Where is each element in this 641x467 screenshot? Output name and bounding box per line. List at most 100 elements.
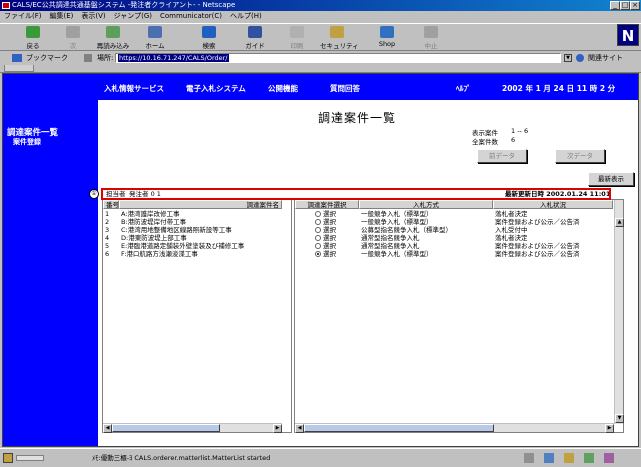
home-button[interactable]: ホーム xyxy=(138,26,172,50)
menu-go[interactable]: ジャンプ(G) xyxy=(114,11,152,22)
sidebar: 調達案件一覧 案件登録 xyxy=(3,74,98,446)
navigator-icon[interactable] xyxy=(544,453,554,463)
menu-file[interactable]: ファイル(F) xyxy=(4,11,42,22)
table-row[interactable]: 選択 一般競争入札（標準型） 案件登録および公示／公告済 xyxy=(295,250,614,258)
radio-button-icon[interactable] xyxy=(315,251,321,257)
url-text: https://10.16.71.247/CALS/Order/ xyxy=(118,54,229,62)
composer-icon[interactable] xyxy=(604,453,614,463)
back-button[interactable]: 戻る xyxy=(16,26,50,50)
row-select-radio[interactable]: 選択 xyxy=(295,234,359,242)
table-row[interactable]: 6 F:港口航路方浅瀬浚渫工事 xyxy=(103,250,282,258)
menu-bar: ファイル(F) 編集(E) 表示(V) ジャンプ(G) Communicator… xyxy=(0,11,641,22)
browser-window: CALS/EC公共調達共通基盤システム -発注者クライアント- - Netsca… xyxy=(0,0,641,466)
row-select-radio[interactable]: 選択 xyxy=(295,218,359,226)
current-datetime: 2002 年 1 月 24 日 11 時 2 分 xyxy=(502,84,616,93)
security-label: セキュリティ xyxy=(320,42,359,50)
row-bid-method: 通常型指名競争入札 xyxy=(361,234,420,242)
row-select-label: 選択 xyxy=(323,234,336,242)
scroll-left-icon[interactable]: ◀ xyxy=(103,424,112,433)
menu-help[interactable]: ヘルプ(H) xyxy=(230,11,262,22)
radio-button-icon[interactable] xyxy=(315,227,321,233)
row-select-radio[interactable]: 選択 xyxy=(295,226,359,234)
table-row[interactable]: 選択 一般競争入札（標準型） 案件登録および公示／公告済 xyxy=(295,218,614,226)
scroll-left-icon[interactable]: ◀ xyxy=(295,424,304,433)
url-dropdown-icon[interactable]: ▼ xyxy=(564,54,572,62)
url-field[interactable]: https://10.16.71.247/CALS/Order/ xyxy=(115,53,561,63)
row-select-radio[interactable]: 選択 xyxy=(295,210,359,218)
menu-communicator[interactable]: Communicator(C) xyxy=(160,11,222,22)
row-bid-method: 一般競争入札（標準型） xyxy=(361,218,433,226)
progress-bar xyxy=(16,455,44,461)
stop-button[interactable]: 中止 xyxy=(414,26,448,50)
table-row[interactable]: 1 A:港湾護岸改修工事 xyxy=(103,210,282,218)
guide-label: ガイド xyxy=(245,42,265,50)
refresh-button[interactable]: 最新表示 xyxy=(588,172,634,186)
right-v-scrollbar[interactable]: ▲ ▼ xyxy=(614,200,624,424)
scroll-right-icon[interactable]: ▶ xyxy=(273,424,282,433)
table-row[interactable]: 選択 一般競争入札（標準型） 落札者決定 xyxy=(295,210,614,218)
nav-qa[interactable]: 質問回答 xyxy=(330,83,360,94)
nav-public-function[interactable]: 公開機能 xyxy=(268,83,298,94)
shop-label: Shop xyxy=(378,40,396,48)
mail-icon[interactable] xyxy=(564,453,574,463)
row-select-label: 選択 xyxy=(323,226,336,234)
minimize-button[interactable]: _ xyxy=(610,1,620,10)
table-row[interactable]: 選択 通常型指名競争入札 案件登録および公示／公告済 xyxy=(295,242,614,250)
component-bar-icon[interactable] xyxy=(524,453,534,463)
col-case-name: 調達案件名 xyxy=(119,200,282,209)
related-sites-icon xyxy=(576,54,584,62)
scroll-up-icon[interactable]: ▲ xyxy=(615,218,624,227)
guide-button[interactable]: ガイド xyxy=(238,26,272,50)
collapse-tab[interactable] xyxy=(4,65,34,72)
right-h-scrollbar[interactable]: ◀ ▶ xyxy=(295,423,614,433)
radio-button-icon[interactable] xyxy=(315,243,321,249)
maximize-button[interactable]: □ xyxy=(620,1,630,10)
table-row[interactable]: 4 D:港東防波堤上部工事 xyxy=(103,234,282,242)
back-label: 戻る xyxy=(26,42,40,50)
table-row[interactable]: 3 C:港湾用地整備地区線路照新設等工事 xyxy=(103,226,282,234)
security-button[interactable]: セキュリティ xyxy=(320,26,359,50)
navigation-toolbar: 戻る 次 再読み込み ホーム 検索 ガイド 印刷 セキュリティ Shop 中止 xyxy=(0,23,641,51)
close-button[interactable]: × xyxy=(630,1,640,10)
left-h-thumb[interactable] xyxy=(112,424,220,432)
scroll-right-icon[interactable]: ▶ xyxy=(605,424,614,433)
tab-strip xyxy=(0,65,641,73)
row-bid-status: 案件登録および公示／公告済 xyxy=(495,242,580,250)
table-row[interactable]: 選択 公募型指名競争入札（標準型） 入札受付中 xyxy=(295,226,614,234)
row-select-radio[interactable]: 選択 xyxy=(295,250,359,258)
netscape-logo: N xyxy=(617,24,639,46)
sidebar-item-register[interactable]: 案件登録 xyxy=(13,137,41,147)
radio-button-icon[interactable] xyxy=(315,235,321,241)
row-number: 5 xyxy=(105,242,110,250)
nav-help[interactable]: ﾍﾙﾌﾟ xyxy=(456,83,471,94)
left-h-scrollbar[interactable]: ◀ ▶ xyxy=(103,423,282,433)
menu-view[interactable]: 表示(V) xyxy=(81,11,105,22)
right-header: 調達案件選択 入札方式 入札状況 xyxy=(295,200,613,209)
right-h-thumb[interactable] xyxy=(304,424,494,432)
discussion-icon[interactable] xyxy=(584,453,594,463)
nav-bid-info-service[interactable]: 入札情報サービス xyxy=(104,83,164,94)
forward-button[interactable]: 次 xyxy=(56,26,90,50)
row-bid-method: 一般競争入札（標準型） xyxy=(361,210,433,218)
next-data-button[interactable]: 次データ xyxy=(555,149,605,163)
back-arrow-icon xyxy=(26,26,40,38)
print-button[interactable]: 印刷 xyxy=(280,26,314,50)
prev-data-button[interactable]: 前データ xyxy=(477,149,527,163)
bookmarks-button[interactable]: ブックマーク xyxy=(26,51,68,65)
scroll-down-icon[interactable]: ▼ xyxy=(615,414,624,423)
radio-button-icon[interactable] xyxy=(315,211,321,217)
menu-edit[interactable]: 編集(E) xyxy=(50,11,74,22)
row-bid-method: 一般競争入札（標準型） xyxy=(361,250,433,258)
row-case-name: C:港湾用地整備地区線路照新設等工事 xyxy=(121,226,232,234)
nav-e-bidding-system[interactable]: 電子入札システム xyxy=(186,83,246,94)
search-button[interactable]: 検索 xyxy=(192,26,226,50)
table-row[interactable]: 選択 通常型指名競争入札 落札者決定 xyxy=(295,234,614,242)
table-row[interactable]: 5 E:港臨港道路定舗装外壁塗装及び補修工事 xyxy=(103,242,282,250)
reload-button[interactable]: 再読み込み xyxy=(96,26,130,50)
related-sites-button[interactable]: 関連サイト xyxy=(588,51,623,65)
radio-button-icon[interactable] xyxy=(315,219,321,225)
shop-button[interactable]: Shop xyxy=(370,26,404,50)
table-row[interactable]: 2 B:港防波堤岸付帯工事 xyxy=(103,218,282,226)
forward-label: 次 xyxy=(69,42,77,50)
row-select-radio[interactable]: 選択 xyxy=(295,242,359,250)
